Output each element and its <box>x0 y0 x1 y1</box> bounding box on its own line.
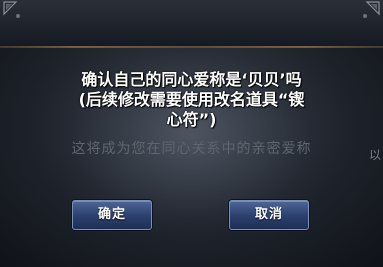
dialog-message-line1: 确认自己的同心爱称是‘贝贝’吗 <box>81 70 302 89</box>
right-edge-hint-text: 以 <box>368 148 381 162</box>
dialog-message: 确认自己的同心爱称是‘贝贝’吗 (后续修改需要使用改名道具“锲 心符”) <box>40 70 343 130</box>
dialog-message-line2: (后续修改需要使用改名道具“锲 <box>78 90 305 109</box>
top-window-band <box>0 0 383 47</box>
dialog-message-line3: 心符”) <box>166 110 217 129</box>
corner-ornament-icon <box>363 1 380 18</box>
confirm-button[interactable]: 确定 <box>72 200 152 230</box>
corner-ornament-icon <box>3 1 20 18</box>
cancel-button[interactable]: 取消 <box>229 200 309 230</box>
background-hint-text: 这将成为您在同心关系中的亲密爱称 <box>71 141 312 157</box>
